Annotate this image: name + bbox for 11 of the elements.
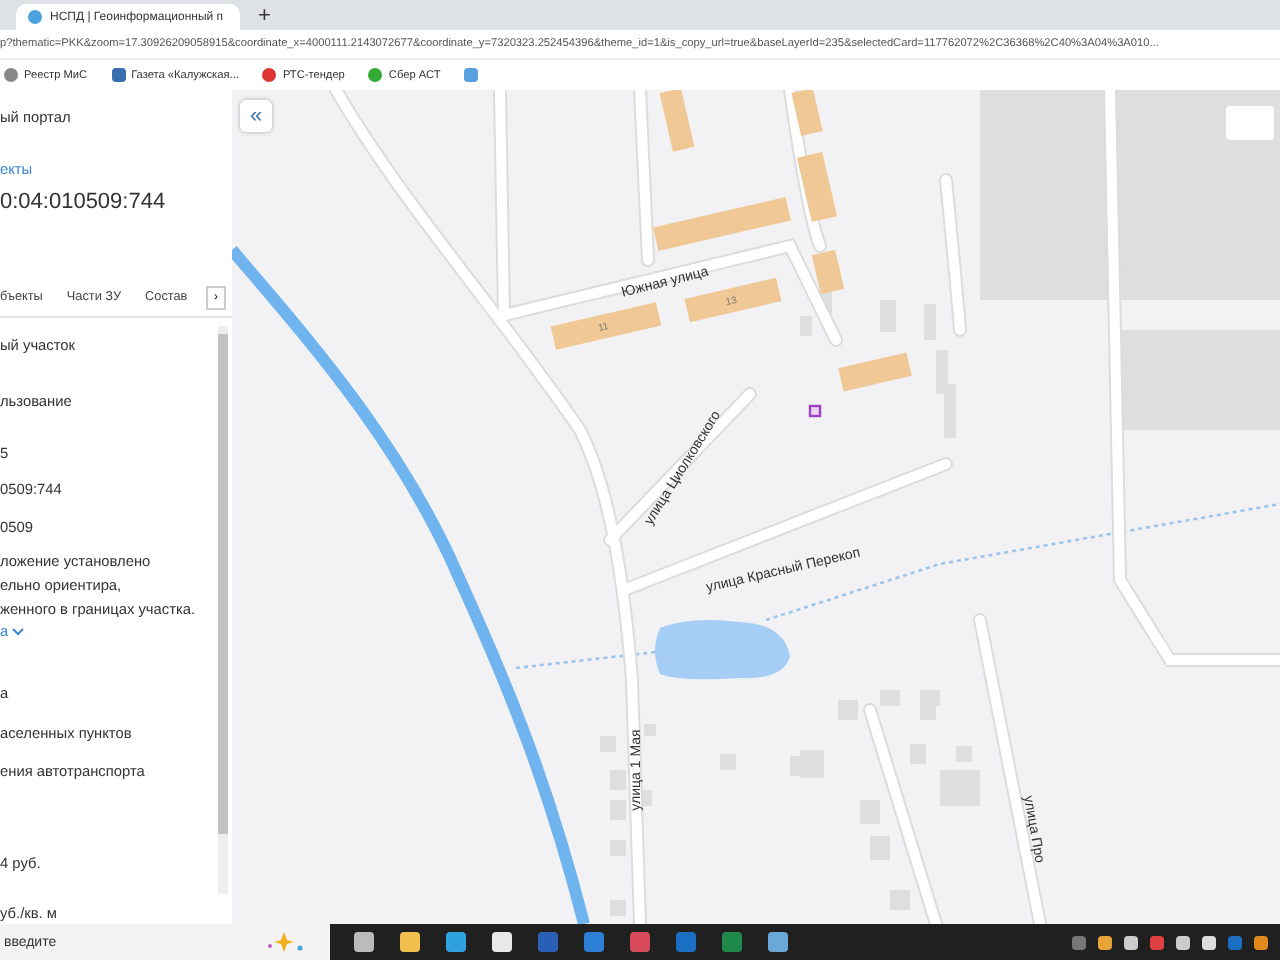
chevron-icon (12, 628, 25, 636)
building (796, 151, 838, 223)
new-tab-button[interactable]: + (252, 4, 277, 30)
building (653, 197, 791, 251)
building (791, 90, 823, 136)
building (800, 316, 812, 336)
pond (655, 620, 790, 680)
building (550, 302, 662, 350)
collapse-panel-button[interactable]: « (240, 100, 272, 132)
parcel-marker[interactable] (808, 404, 822, 418)
cadastral-number: 0:04:010509:744 (0, 190, 168, 214)
